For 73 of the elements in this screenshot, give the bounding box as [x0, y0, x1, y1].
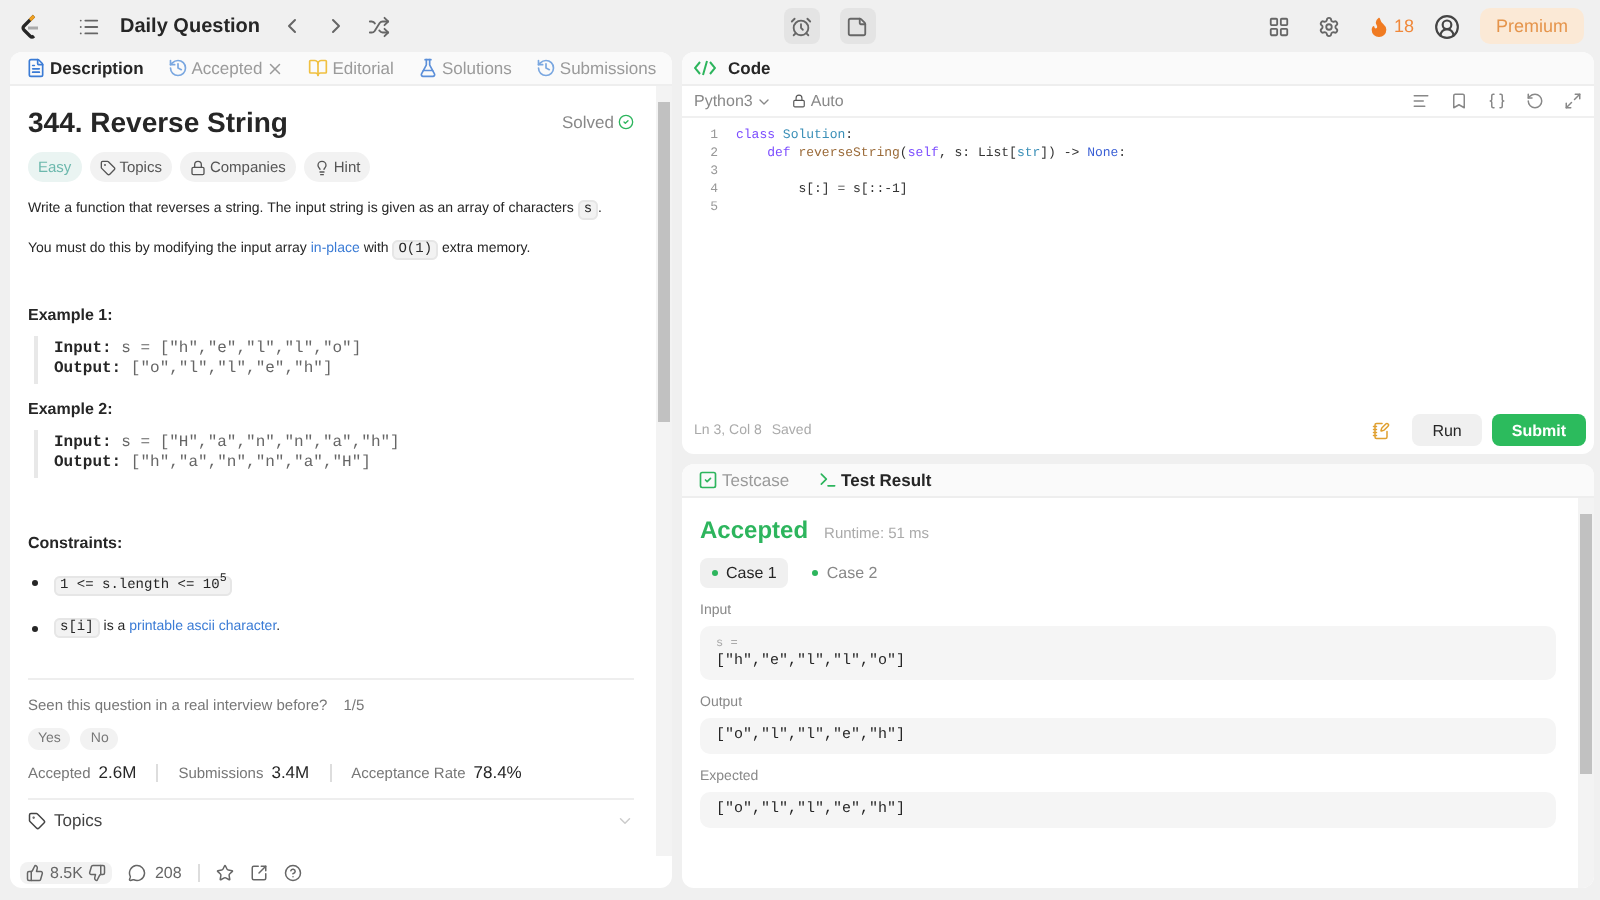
book-icon — [308, 58, 329, 78]
lock-icon — [792, 94, 807, 108]
tab[interactable]: Submissions — [531, 58, 661, 78]
tab[interactable]: Editorial — [304, 58, 398, 78]
history-icon — [535, 58, 556, 78]
solved-status: Solved — [562, 112, 634, 132]
lock-icon — [189, 159, 206, 175]
streak-count: 18 — [1393, 16, 1414, 36]
tab[interactable]: Accepted — [163, 58, 289, 78]
expand-icon[interactable] — [1564, 92, 1582, 110]
help-icon[interactable] — [283, 863, 302, 881]
settings-icon[interactable] — [1317, 15, 1340, 37]
close-icon[interactable] — [266, 59, 285, 77]
language-select[interactable]: Python3 — [694, 92, 773, 110]
scrollbar[interactable] — [1578, 498, 1594, 888]
problem-list-title[interactable]: Daily Question — [120, 15, 261, 37]
example-title: Example 2: — [28, 400, 115, 418]
thumbs-up-icon[interactable] — [26, 863, 44, 881]
thumbs-down-icon[interactable] — [88, 863, 107, 881]
bullet-dot — [32, 625, 38, 632]
flame-icon — [1367, 15, 1390, 37]
format-icon[interactable] — [1412, 92, 1430, 110]
tab[interactable]: Test Result — [813, 470, 936, 490]
history-icon — [167, 58, 188, 78]
verdict-text: Accepted — [700, 516, 809, 544]
alarm-button[interactable] — [783, 8, 819, 44]
constraints-title: Constraints: — [28, 534, 125, 552]
scrollbar[interactable] — [656, 86, 672, 856]
mode-label: Auto — [810, 92, 844, 110]
tab[interactable]: Solutions — [413, 58, 516, 78]
stat-value: 3.4M — [271, 762, 310, 783]
example-title: Example 1: — [28, 306, 115, 324]
case-tab[interactable]: Case 1 — [700, 558, 789, 588]
avatar-icon[interactable] — [1434, 13, 1460, 39]
example-block: Input: s = ["h","e","l","l","o"] Output: ["o","l","l","e","h"] — [34, 336, 634, 384]
comment-icon[interactable] — [128, 863, 147, 881]
bullet-dot — [32, 580, 38, 587]
alarm-clock-icon — [790, 15, 812, 37]
note-icon — [846, 15, 868, 37]
note-button[interactable] — [839, 8, 875, 44]
submit-button[interactable]: Submit — [1491, 414, 1586, 446]
lightbulb-icon — [313, 159, 330, 175]
checkbox-icon — [698, 470, 718, 490]
grid-icon[interactable] — [1267, 15, 1290, 37]
problem-title: 344. Reverse String — [28, 106, 288, 138]
like-count: 8.5K — [50, 863, 83, 881]
run-button[interactable]: Run — [1412, 414, 1482, 446]
code-icon — [694, 60, 716, 76]
panel-title: Code — [726, 58, 773, 78]
stat-value: 78.4% — [473, 762, 522, 783]
comment-count: 208 — [154, 863, 182, 881]
stat-value: 2.6M — [98, 762, 137, 783]
example-block: Input: s = ["H","a","n","n","a","h"] Output: ["h","a","n","n","a","H"] — [34, 430, 634, 478]
flask-icon — [417, 58, 438, 78]
terminal-icon — [817, 470, 838, 490]
language-label: Python3 — [694, 92, 753, 110]
tag-icon — [28, 811, 46, 830]
tag-icon — [99, 159, 116, 175]
list-icon[interactable] — [78, 15, 100, 37]
bookmark-icon[interactable] — [1450, 92, 1468, 110]
document-icon — [26, 58, 46, 78]
check-circle-icon — [618, 114, 634, 130]
reset-icon[interactable] — [1526, 92, 1544, 110]
shuffle-icon[interactable] — [368, 15, 391, 37]
tab[interactable]: Description — [22, 58, 148, 78]
braces-icon[interactable] — [1488, 92, 1506, 110]
logo-icon[interactable] — [20, 13, 42, 39]
tab[interactable]: Testcase — [694, 470, 794, 490]
case-tab[interactable]: Case 2 — [800, 558, 890, 588]
star-icon[interactable] — [215, 863, 234, 881]
like-dislike-control[interactable]: 8.5K — [20, 861, 113, 883]
share-icon[interactable] — [249, 863, 268, 881]
topics-label[interactable]: Topics — [54, 810, 103, 831]
